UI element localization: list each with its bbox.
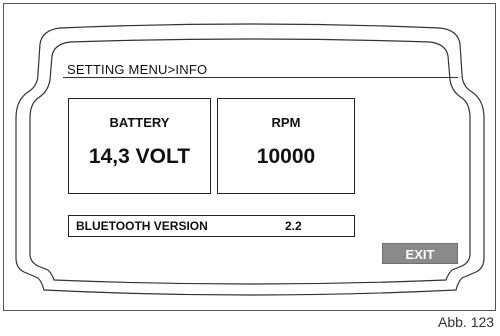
bluetooth-version-label: BLUETOOTH VERSION	[76, 219, 208, 233]
battery-value: 14,3 VOLT	[88, 145, 191, 168]
rpm-panel: RPM 10000	[217, 98, 355, 194]
figure-caption: Abb. 123	[438, 314, 495, 330]
breadcrumb-divider	[63, 77, 458, 78]
bluetooth-version-row: BLUETOOTH VERSION 2.2	[68, 215, 355, 237]
battery-label: BATTERY	[109, 115, 170, 130]
rpm-label: RPM	[271, 115, 301, 130]
rpm-value: 10000	[256, 145, 316, 168]
battery-panel: BATTERY 14,3 VOLT	[68, 98, 211, 194]
bluetooth-version-value: 2.2	[285, 219, 302, 233]
exit-button[interactable]: EXIT	[382, 243, 458, 264]
breadcrumb: SETTING MENU>INFO	[67, 62, 208, 77]
